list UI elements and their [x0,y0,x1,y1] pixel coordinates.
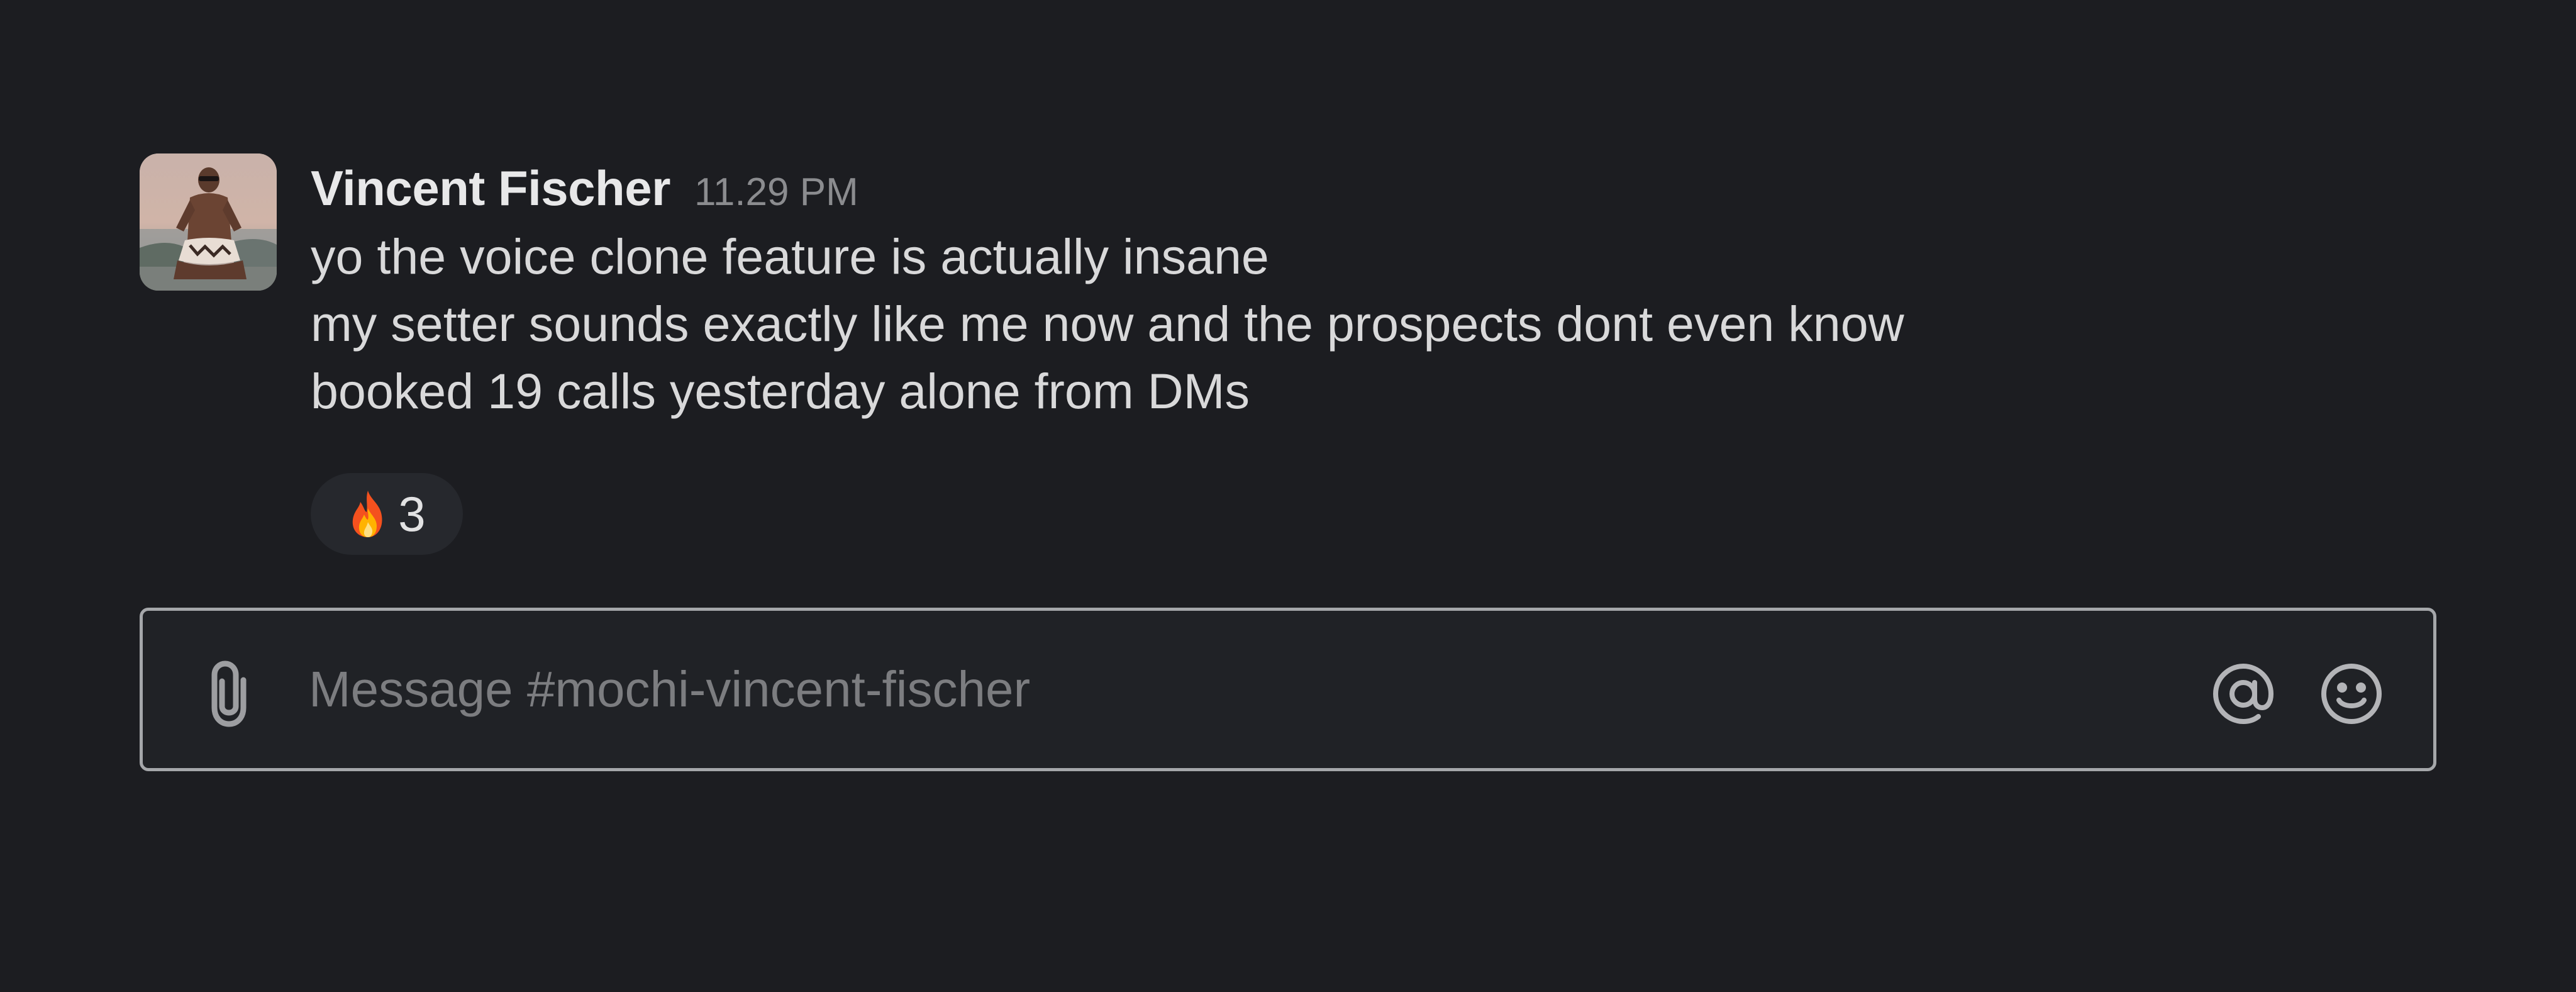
avatar[interactable] [140,153,277,291]
avatar-photo [140,153,277,291]
message-body: Vincent Fischer 11.29 PM yo the voice cl… [311,153,2418,425]
message-item: Vincent Fischer 11.29 PM yo the voice cl… [140,153,2435,562]
message-composer [140,608,2436,771]
message-line: my setter sounds exactly like me now and… [311,296,1904,352]
message-line: booked 19 calls yesterday alone from DMs [311,363,1250,419]
chat-window: Vincent Fischer 11.29 PM yo the voice cl… [0,0,2576,992]
smiley-icon[interactable] [2319,661,2384,727]
author-name[interactable]: Vincent Fischer [311,153,670,223]
paperclip-icon[interactable] [199,659,258,729]
message-line: yo the voice clone feature is actually i… [311,228,1269,284]
message-timestamp[interactable]: 11.29 PM [694,158,858,227]
at-sign-icon[interactable] [2211,661,2276,727]
message-header: Vincent Fischer 11.29 PM [311,153,2418,223]
message-input[interactable] [309,636,2133,743]
message-text: yo the voice clone feature is actually i… [311,223,2418,425]
fire-icon [348,489,388,538]
reaction-count: 3 [398,486,426,542]
reaction-pill[interactable]: 3 [311,473,463,555]
